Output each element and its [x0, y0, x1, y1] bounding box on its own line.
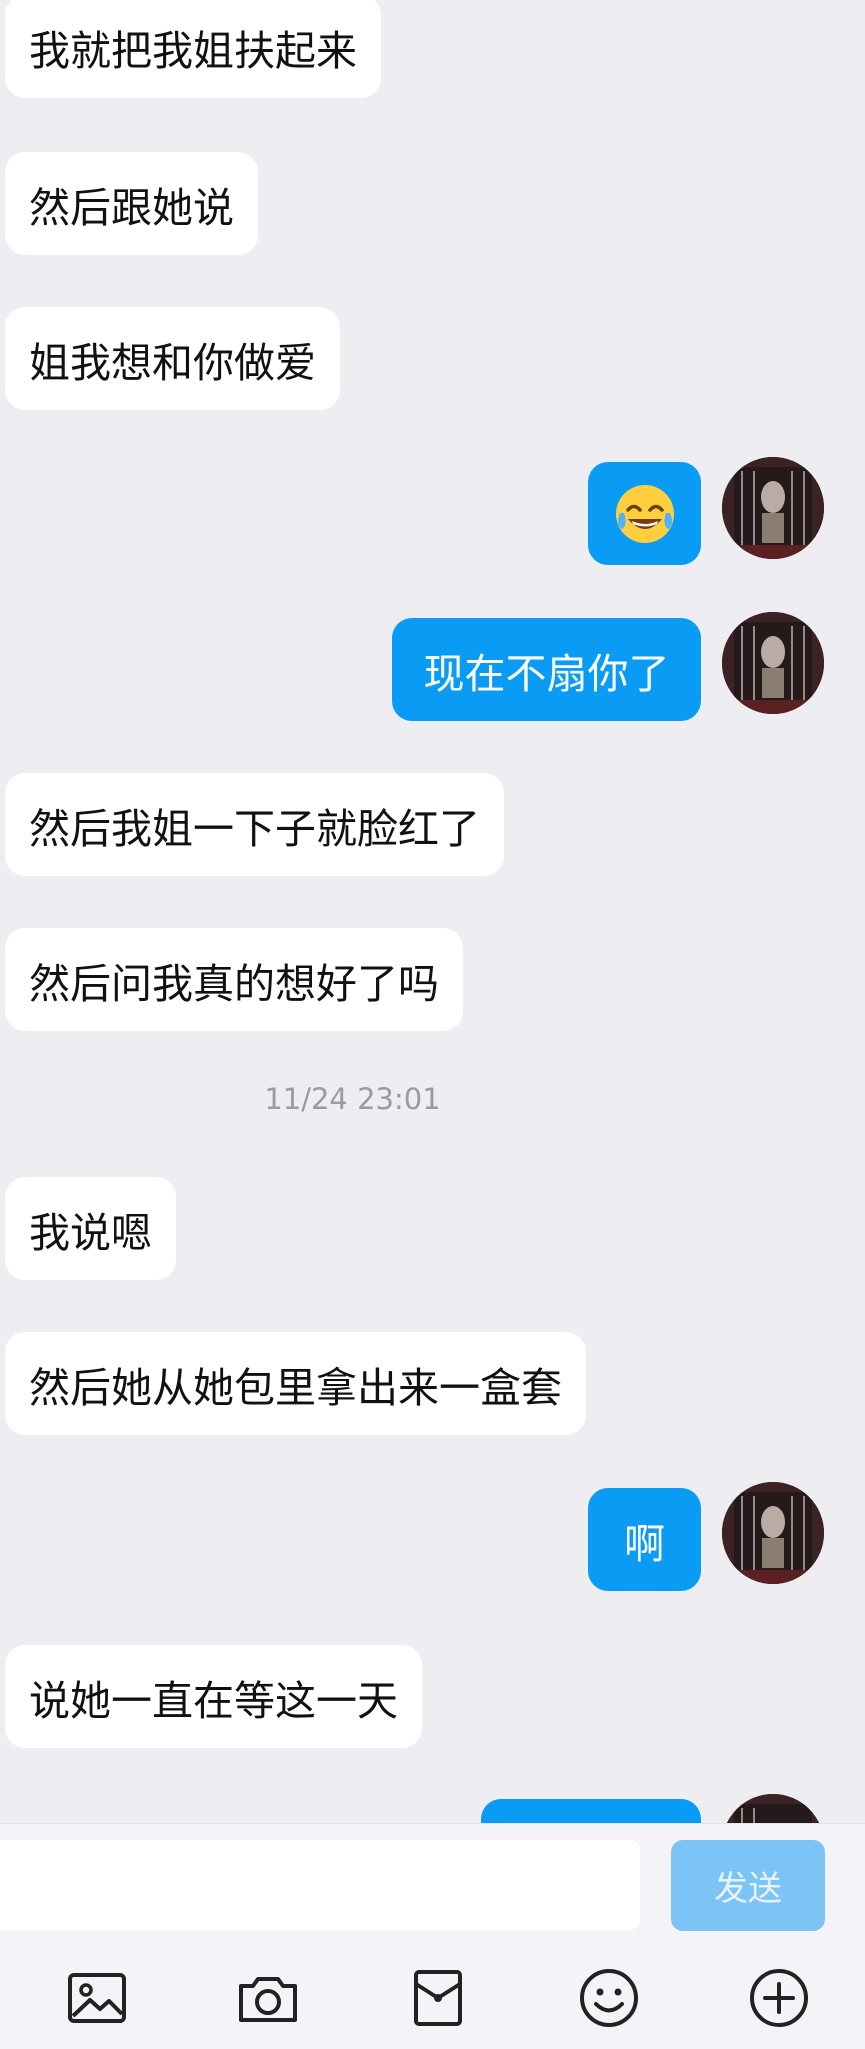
outgoing-message[interactable]: 啊 — [588, 1488, 701, 1591]
message-timestamp: 11/24 23:01 — [264, 1082, 441, 1116]
message-text: 然后我姐一下子就脸红了 — [29, 804, 480, 853]
tears-of-joy-emoji — [614, 483, 676, 545]
message-text: 姐我想和你做爱 — [29, 338, 316, 387]
plus-icon[interactable] — [746, 1965, 812, 2031]
red-packet-icon[interactable] — [405, 1965, 471, 2031]
incoming-message[interactable]: 我就把我姐扶起来 — [5, 0, 381, 98]
incoming-message[interactable]: 然后她从她包里拿出来一盒套 — [5, 1332, 586, 1435]
incoming-message[interactable]: 然后我姐一下子就脸红了 — [5, 773, 504, 876]
message-composer: 发送 — [0, 1823, 865, 2049]
incoming-message[interactable]: 说她一直在等这一天 — [5, 1645, 422, 1748]
message-text: 然后跟她说 — [29, 183, 234, 232]
message-text: 啊 — [624, 1519, 665, 1568]
composer-toolbar — [0, 1957, 865, 2049]
message-text: 然后问我真的想好了吗 — [29, 959, 439, 1008]
message-text: 说她一直在等这一天 — [29, 1676, 398, 1725]
outgoing-message[interactable]: 现在不扇你了 — [392, 618, 701, 721]
image-icon[interactable] — [64, 1965, 130, 2031]
message-text: 然后她从她包里拿出来一盒套 — [29, 1363, 562, 1412]
message-text: 我说嗯 — [29, 1208, 152, 1257]
emoji-icon[interactable] — [576, 1965, 642, 2031]
outgoing-message[interactable] — [588, 462, 701, 565]
send-button[interactable]: 发送 — [671, 1840, 825, 1931]
avatar[interactable] — [722, 1482, 824, 1584]
camera-icon[interactable] — [235, 1965, 301, 2031]
message-text: 现在不扇你了 — [423, 649, 670, 698]
incoming-message[interactable]: 然后问我真的想好了吗 — [5, 928, 463, 1031]
incoming-message[interactable]: 我说嗯 — [5, 1177, 176, 1280]
avatar[interactable] — [722, 457, 824, 559]
message-input[interactable] — [0, 1840, 640, 1930]
message-text: 我就把我姐扶起来 — [29, 26, 357, 75]
avatar[interactable] — [722, 612, 824, 714]
incoming-message[interactable]: 然后跟她说 — [5, 152, 258, 255]
incoming-message[interactable]: 姐我想和你做爱 — [5, 307, 340, 410]
